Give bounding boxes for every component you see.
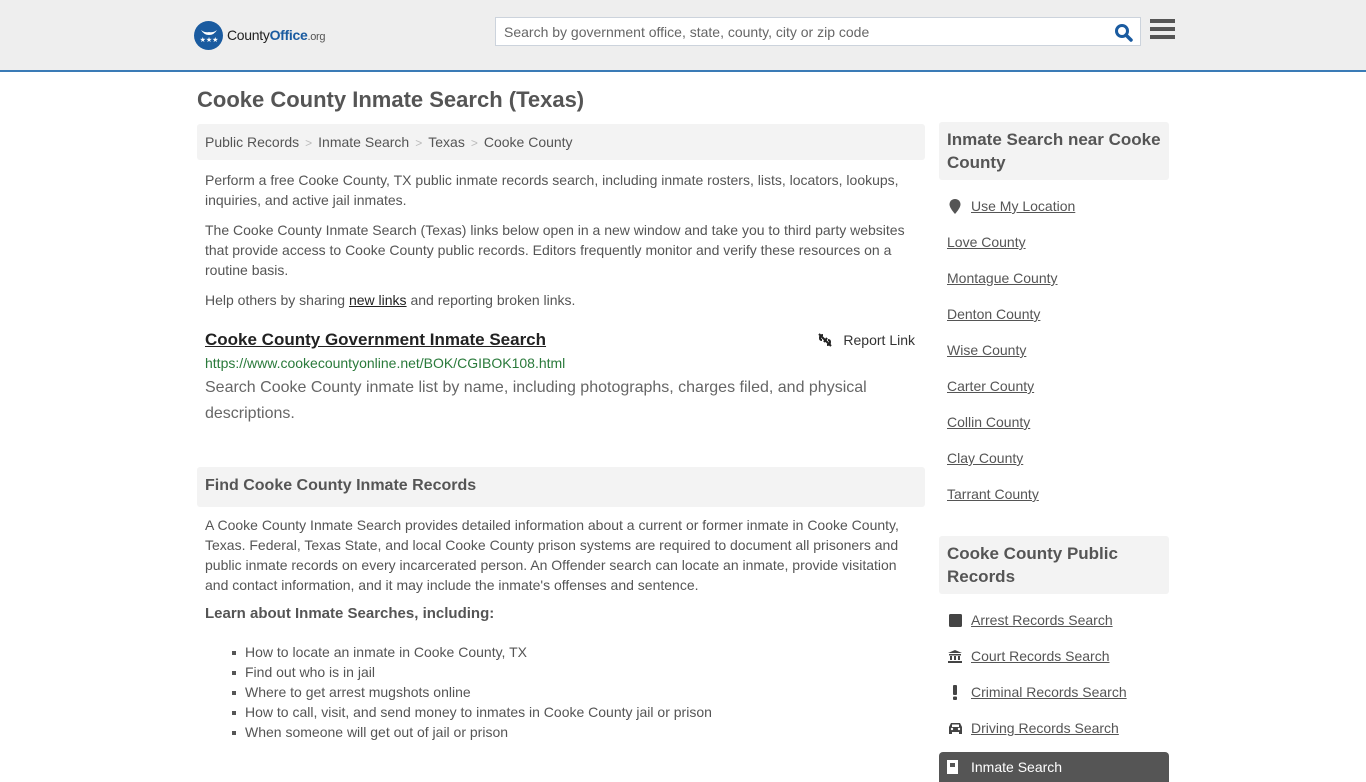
broken-link-icon <box>818 333 833 347</box>
nearby-heading: Inmate Search near Cooke County <box>939 122 1169 180</box>
intro-paragraph: Perform a free Cooke County, TX public i… <box>205 172 899 208</box>
sidebar-public-records: Cooke County Public Records Arrest Recor… <box>939 536 1169 782</box>
breadcrumb-separator: > <box>415 136 423 150</box>
find-records-heading: Find Cooke County Inmate Records <box>197 467 925 507</box>
list-item: When someone will get out of jail or pri… <box>232 722 917 742</box>
nearby-county-link[interactable]: Clay County <box>947 450 1023 466</box>
inmate-search-label: Inmate Search <box>971 759 1063 775</box>
learn-heading: Learn about Inmate Searches, including: <box>205 605 495 622</box>
public-record-item: Arrest Records Search <box>947 602 1169 638</box>
list-item: Where to get arrest mugshots online <box>232 682 917 702</box>
car-icon <box>947 722 963 734</box>
disclaimer-paragraph: The Cooke County Inmate Search (Texas) l… <box>205 222 905 278</box>
nearby-item: Clay County <box>947 440 1169 476</box>
nearby-county-link[interactable]: Collin County <box>947 414 1030 430</box>
page-title: Cooke County Inmate Search (Texas) <box>197 87 585 112</box>
map-pin-icon <box>947 198 963 214</box>
public-records-list: Arrest Records Search Court Records Sear… <box>939 602 1169 746</box>
learn-list: How to locate an inmate in Cooke County,… <box>232 642 917 742</box>
breadcrumb-separator: > <box>305 136 313 150</box>
nearby-county-link[interactable]: Love County <box>947 234 1026 250</box>
use-my-location-link[interactable]: Use My Location <box>971 198 1075 214</box>
exclamation-icon <box>947 684 963 700</box>
logo-text: CountyOffice.org <box>227 27 326 43</box>
list-item: How to call, visit, and send money to in… <box>232 702 917 722</box>
court-records-link[interactable]: Court Records Search <box>971 648 1110 664</box>
share-paragraph: Help others by sharing new links and rep… <box>205 292 576 308</box>
breadcrumb-texas[interactable]: Texas <box>428 134 465 150</box>
svg-text:★★★: ★★★ <box>199 36 218 44</box>
search-button[interactable] <box>1112 22 1134 42</box>
arrest-records-link[interactable]: Arrest Records Search <box>971 612 1113 628</box>
nearby-item: Love County <box>947 224 1169 260</box>
result-description: Search Cooke County inmate list by name,… <box>205 379 867 422</box>
hamburger-menu-icon[interactable] <box>1150 19 1175 43</box>
nearby-item: Collin County <box>947 404 1169 440</box>
breadcrumb-inmate-search[interactable]: Inmate Search <box>318 134 409 150</box>
find-records-paragraph: A Cooke County Inmate Search provides de… <box>205 517 899 593</box>
nearby-item: Wise County <box>947 332 1169 368</box>
report-link-label: Report Link <box>843 332 915 348</box>
square-icon <box>947 613 963 627</box>
sidebar-nearby: Inmate Search near Cooke County Use My L… <box>939 122 1169 512</box>
result-url: https://www.cookecountyonline.net/BOK/CG… <box>205 355 566 371</box>
driving-records-link[interactable]: Driving Records Search <box>971 720 1119 736</box>
breadcrumb-public-records[interactable]: Public Records <box>205 134 299 150</box>
nearby-county-link[interactable]: Denton County <box>947 306 1040 322</box>
inmate-search-active-item[interactable]: Inmate Search <box>939 752 1169 782</box>
nearby-list: Use My Location Love County Montague Cou… <box>939 188 1169 512</box>
search-input[interactable] <box>496 18 1106 45</box>
search-icon <box>1114 23 1133 42</box>
list-item: Find out who is in jail <box>232 662 917 682</box>
courthouse-icon <box>947 649 963 663</box>
intro-section: Perform a free Cooke County, TX public i… <box>205 170 917 320</box>
jail-door-icon <box>947 760 963 774</box>
criminal-records-link[interactable]: Criminal Records Search <box>971 684 1127 700</box>
top-header: ★★★ CountyOffice.org <box>0 0 1366 72</box>
nearby-item: Montague County <box>947 260 1169 296</box>
nearby-county-link[interactable]: Tarrant County <box>947 486 1039 502</box>
site-logo[interactable]: ★★★ CountyOffice.org <box>194 20 326 50</box>
nearby-county-link[interactable]: Carter County <box>947 378 1034 394</box>
report-link-button[interactable]: Report Link <box>817 332 915 348</box>
breadcrumb: Public Records > Inmate Search > Texas > Cooke… <box>197 124 925 160</box>
public-record-item: Criminal Records Search <box>947 674 1169 710</box>
nearby-county-link[interactable]: Montague County <box>947 270 1058 286</box>
public-record-item: Driving Records Search <box>947 710 1169 746</box>
breadcrumb-cooke-county[interactable]: Cooke County <box>484 134 573 150</box>
result-title-link[interactable]: Cooke County Government Inmate Search <box>205 330 546 349</box>
find-records-section: A Cooke County Inmate Search provides de… <box>205 515 917 742</box>
breadcrumb-separator: > <box>470 136 478 150</box>
site-search <box>495 17 1141 46</box>
new-links-link[interactable]: new links <box>349 292 407 308</box>
public-records-heading: Cooke County Public Records <box>939 536 1169 594</box>
nearby-item: Denton County <box>947 296 1169 332</box>
nearby-item: Tarrant County <box>947 476 1169 512</box>
use-location-item: Use My Location <box>947 188 1169 224</box>
list-item: How to locate an inmate in Cooke County,… <box>232 642 917 662</box>
nearby-county-link[interactable]: Wise County <box>947 342 1026 358</box>
public-record-item: Court Records Search <box>947 638 1169 674</box>
nearby-item: Carter County <box>947 368 1169 404</box>
result-item: Cooke County Government Inmate Search Re… <box>205 330 917 427</box>
logo-eagle-icon: ★★★ <box>194 20 223 50</box>
